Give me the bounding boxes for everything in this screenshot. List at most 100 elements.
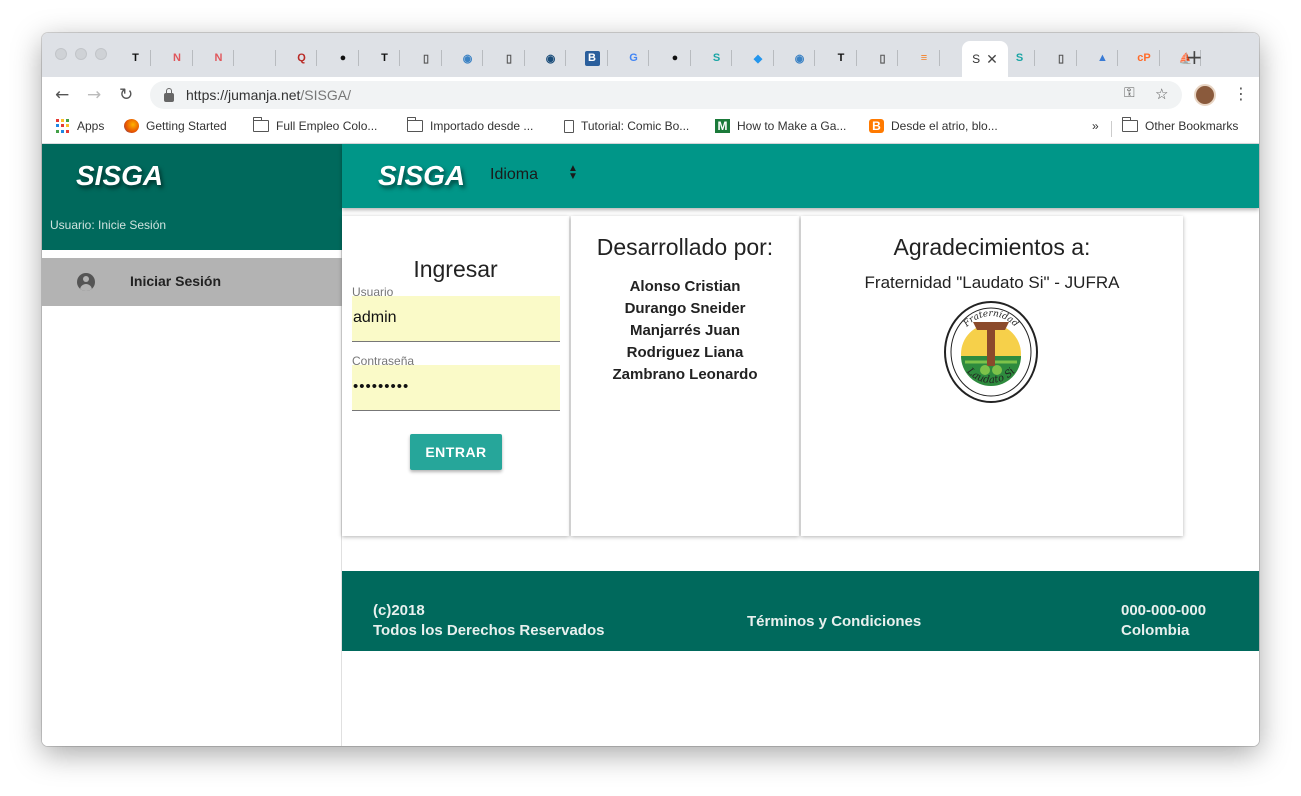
bookmark-label: How to Make a Ga... [737,119,847,133]
firefox-icon [124,119,139,133]
n-icon: N [214,52,223,64]
tab-item[interactable]: cP [1137,46,1160,70]
key-icon[interactable]: ⚿ [1124,85,1135,101]
tab-item[interactable]: N [211,46,234,70]
forward-icon[interactable]: → [87,85,101,105]
login-submit-button[interactable]: ENTRAR [410,434,502,470]
developer-name: Manjarrés Juan [629,322,741,339]
more-menu-icon[interactable]: ⋮ [1233,84,1249,103]
tab-separator [191,50,193,66]
bookmark-full-empleo[interactable]: Full Empleo Colo... [253,117,378,133]
tab-item[interactable]: T [128,46,151,70]
navbar-brand[interactable]: SISGA [378,160,465,192]
bookmark-label: Tutorial: Comic Bo... [581,119,690,133]
bookmark-getting-started[interactable]: Getting Started [124,119,227,133]
tab-item[interactable]: ≡ [917,46,940,70]
chrome-icon: ◉ [545,52,556,65]
browser-window: T N N Q ● T ▯ ◉ ▯ ◉ B G ● S ◆ ◉ T ▯ ≡ S ▯ ▲ cP ⛵ S ✕ + ← → ↻ ht… [42,33,1259,746]
tab-item[interactable]: ● [668,46,691,70]
tab-item[interactable]: ◆ [751,46,774,70]
tab-item[interactable]: ▲ [1095,46,1118,70]
tab-separator [399,50,400,66]
new-tab-button[interactable]: + [1186,45,1203,69]
star-icon[interactable]: ☆ [1155,85,1168,103]
developers-title: Desarrollado por: [596,234,774,260]
tab-item[interactable]: ◉ [543,46,566,70]
bookmark-tutorial[interactable]: Tutorial: Comic Bo... [564,119,689,133]
lock-icon [164,87,174,102]
tab-item[interactable]: T [834,46,857,70]
tab-item[interactable]: T [377,46,400,70]
developer-name: Rodriguez Liana [626,344,744,361]
tab-item[interactable]: S [709,46,732,70]
tab-separator [606,50,608,66]
reload-icon[interactable]: ↻ [119,85,133,105]
tab-item[interactable]: G [626,46,649,70]
bookmark-importado[interactable]: Importado desde ... [407,117,533,133]
profile-avatar[interactable] [1194,84,1216,106]
laudato-si-logo: Fraternidad Laudato Si [944,301,1038,403]
account-circle-icon [77,273,95,291]
s-icon: S [712,52,721,64]
tab-separator [150,50,151,66]
username-input[interactable]: admin [352,296,560,342]
bookmark-label: Desde el atrio, blo... [891,119,998,133]
tab-separator [1075,50,1077,66]
url-host: https://jumanja.net [186,87,301,103]
tab-item[interactable]: ◉ [792,46,815,70]
sidebar-header: SISGA Usuario: Inicie Sesión [42,144,342,250]
close-tab-icon[interactable]: ✕ [986,51,998,68]
docker-icon: ◆ [753,52,763,65]
tab-item[interactable]: ▯ [875,46,898,70]
tab-item[interactable]: ▯ [1054,46,1077,70]
developers-list: Alonso Cristian Durango Sneider Manjarré… [571,276,799,386]
tab-item[interactable]: S [1012,46,1035,70]
tab-separator [897,50,898,66]
zoom-window-button[interactable] [95,48,107,60]
tab-item[interactable]: ◉ [460,46,483,70]
tab-item[interactable] [253,46,276,70]
tab-separator [648,50,649,66]
bookmark-other[interactable]: Other Bookmarks [1122,117,1238,133]
sidebar-item-login[interactable]: Iniciar Sesión [42,258,342,306]
bookmark-label: Apps [77,119,105,133]
m-icon: M [715,119,730,133]
sidebar-brand[interactable]: SISGA [76,160,163,192]
b-icon: B [584,50,600,66]
bookmarks-overflow-button[interactable]: » [1092,119,1099,133]
minimize-window-button[interactable] [75,48,87,60]
bookmark-label: Full Empleo Colo... [276,119,378,133]
folder-icon [407,117,423,132]
thanks-card: Agradecimientos a: Fraternidad "Laudato … [801,216,1183,536]
bookmark-apps[interactable]: Apps [56,119,104,133]
language-select[interactable]: Idioma [490,166,538,184]
tab-item[interactable]: B [584,46,608,70]
select-arrows-icon[interactable]: ▲ ▼ [568,164,578,182]
tab-item[interactable]: ● [336,46,359,70]
back-icon[interactable]: ← [55,85,69,105]
s-icon: S [1015,52,1024,64]
contact-phone: 000-000-000 [1121,602,1207,619]
address-bar[interactable]: https://jumanja.net/SISGA/ [150,81,1182,109]
tab-active[interactable]: S ✕ [962,41,1008,77]
page-icon: ▯ [422,52,430,65]
tab-item[interactable]: ▯ [419,46,442,70]
cp-icon: cP [1137,52,1151,64]
bookmark-how-to-make[interactable]: M How to Make a Ga... [715,119,846,133]
bookmark-desde-el-atrio[interactable]: B Desde el atrio, blo... [869,119,998,133]
tab-separator [482,50,483,66]
password-input[interactable]: ••••••••• [352,365,560,411]
tab-item[interactable]: Q [294,46,317,70]
developer-name: Alonso Cristian [629,278,741,295]
g-icon: G [629,52,638,64]
login-card: Ingresar Usuario admin Contraseña ••••••… [342,216,569,536]
terms-link[interactable]: Términos y Condiciones [747,612,921,632]
bookmark-divider [1111,121,1112,137]
tab-separator [1034,50,1035,66]
tab-item[interactable]: N [170,46,193,70]
tab-separator [274,50,276,66]
tab-item[interactable]: ▯ [502,46,525,70]
close-window-button[interactable] [55,48,67,60]
url-path: /SISGA/ [300,87,351,103]
tab-separator [938,50,940,66]
